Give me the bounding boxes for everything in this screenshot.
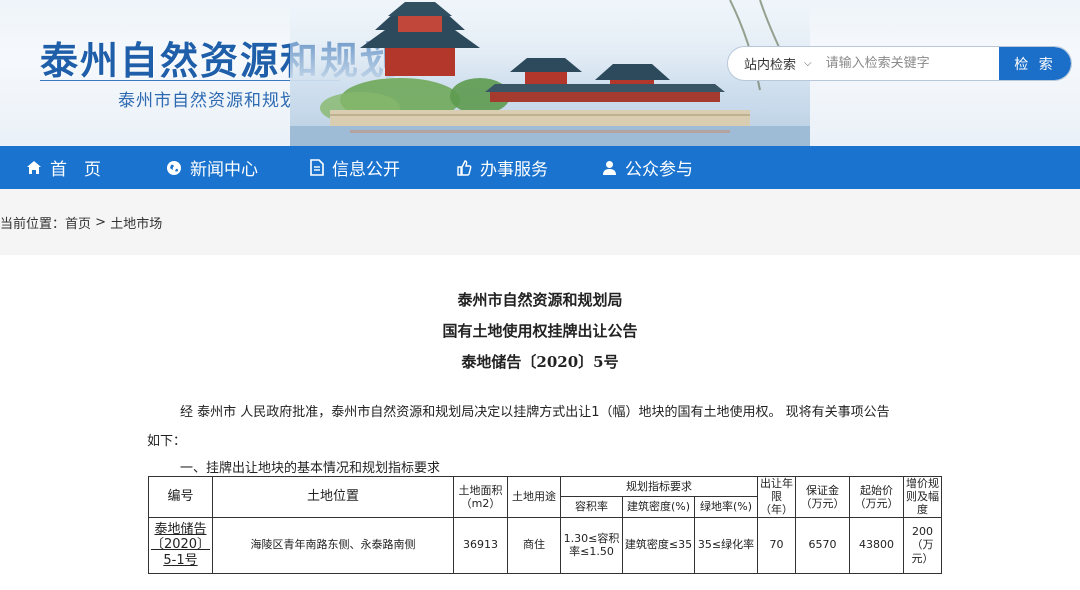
cell-area: 36913 [453,516,508,574]
cell-far: 1.30≤容积率≤1.50 [560,516,623,574]
section-heading: 一、挂牌出让地块的基本情况和规划指标要求 [180,461,441,476]
cell-deposit: 6570 [795,516,850,574]
col-header-increment: 增价规则及幅度 [903,476,942,518]
nav-item-services[interactable]: 办事服务 [456,146,602,189]
breadcrumb-separator: > [91,214,111,230]
cell-density: 建筑密度≤35 [622,516,695,574]
site-search: 站内检索 ⌵ 检 索 [727,46,1072,81]
land-parcel-table: 编号 土地位置 土地面积（m2） 土地用途 规划指标要求 出让年限（年） 保证金… [148,475,942,574]
user-icon [603,160,616,175]
table-row: 泰地储告〔2020〕5-1号 海陵区青年南路东侧、永泰路南侧 36913 商住 … [148,516,942,574]
nav-item-home[interactable]: 首 页 [26,146,166,189]
col-header-area: 土地面积（m2） [453,476,508,518]
search-scope-label: 站内检索 [744,58,797,73]
header-banner: 泰州自然资源和规划 泰州市自然资源和规划局 站内检索 ⌵ 请输入检索关键字 检 … [0,0,1080,146]
search-scope-select[interactable]: 站内检索 ⌵ [728,47,812,80]
breadcrumb-prefix: 当前位置： [0,216,66,232]
search-button[interactable]: 检 索 [999,47,1071,80]
article-title: 国有土地使用权挂牌出让公告 [442,322,638,340]
col-header-use: 土地用途 [507,476,561,518]
nav-item-label: 办事服务 [480,160,548,180]
site-subtitle: 泰州市自然资源和规划局 [118,91,316,111]
col-header-green: 绿地率(%) [694,496,758,518]
cell-green: 35≤绿化率 [694,516,758,574]
search-input[interactable] [825,47,1006,80]
nav-item-news[interactable]: 新闻中心 [166,146,310,189]
main-nav: 首 页 新闻中心 信息公开 办事服务 公众参与 [0,146,1080,189]
nav-item-label: 公众参与 [625,160,693,180]
cell-use: 商住 [507,516,561,574]
cell-years: 70 [757,516,796,574]
col-header-density: 建筑密度(%) [622,496,695,518]
cell-location: 海陵区青年南路东侧、永泰路南侧 [212,516,454,574]
article-content: 泰州市自然资源和规划局 国有土地使用权挂牌出让公告 泰地储告〔2020〕5号 经… [0,255,1080,590]
breadcrumb: 当前位置： 首页 > 土地市场 [0,189,1080,255]
col-header-years: 出让年限（年） [757,476,796,518]
nav-item-info[interactable]: 信息公开 [310,146,456,189]
cell-number[interactable]: 泰地储告〔2020〕5-1号 [148,516,213,574]
nav-item-label: 新闻中心 [190,160,258,180]
breadcrumb-home-link[interactable]: 首页 [65,213,91,232]
nav-item-label: 首 页 [50,160,101,180]
document-icon [310,159,324,176]
breadcrumb-current[interactable]: 土地市场 [110,213,162,232]
cell-increment: 200（万元） [903,516,942,574]
col-header-number: 编号 [148,476,213,518]
cell-start-price: 43800 [849,516,904,574]
nav-item-participation[interactable]: 公众参与 [602,146,748,189]
col-header-start-price: 起始价（万元） [849,476,904,518]
article-doc-number: 泰地储告〔2020〕5号 [461,353,619,371]
col-header-location: 土地位置 [212,476,454,518]
globe-icon [167,160,181,175]
thumbs-up-icon [457,159,472,176]
article-paragraph: 经 泰州市 人民政府批准，泰州市自然资源和规划局决定以挂牌方式出让1（幅）地块的… [180,405,890,420]
article-paragraph-continued: 如下： [147,434,187,449]
col-header-deposit: 保证金（万元） [795,476,850,518]
chevron-down-icon: ⌵ [804,58,812,69]
table-header-row: 编号 土地位置 土地面积（m2） 土地用途 规划指标要求 出让年限（年） 保证金… [148,475,942,518]
plot-number-link[interactable]: 泰地储告〔2020〕5-1号 [151,522,210,568]
col-header-planning: 规划指标要求 [560,475,758,498]
home-icon [27,161,41,174]
article-issuer: 泰州市自然资源和规划局 [457,291,623,309]
col-header-far: 容积率 [560,496,623,518]
nav-item-label: 信息公开 [332,160,400,180]
